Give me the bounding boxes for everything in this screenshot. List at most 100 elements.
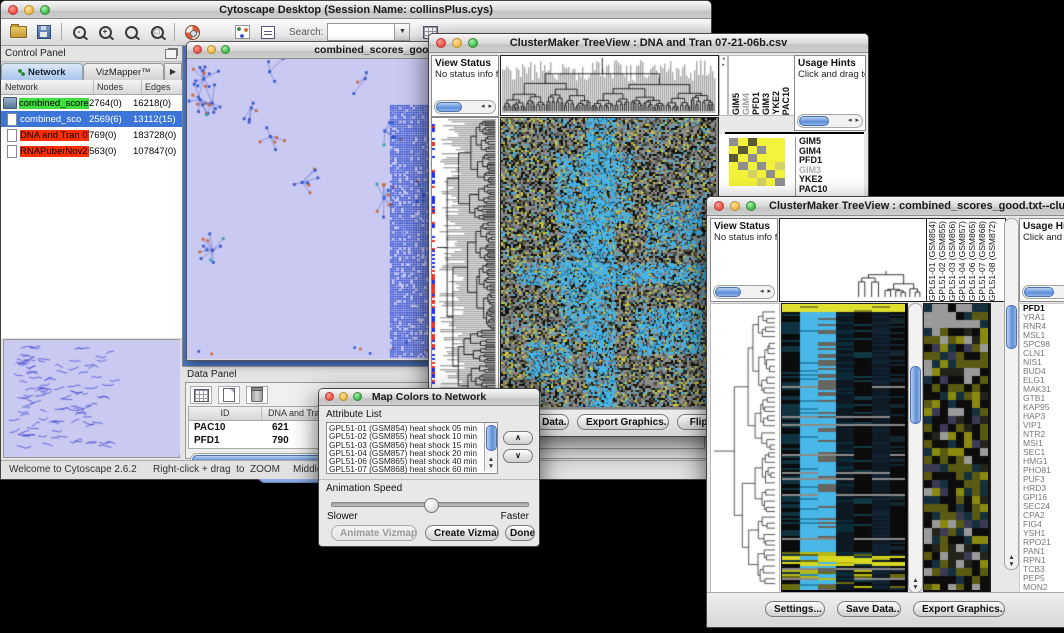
save-session-button[interactable]	[32, 21, 56, 43]
zoom-in-button[interactable]: +	[93, 21, 117, 43]
close-button[interactable]	[714, 201, 724, 211]
tab-network[interactable]: Network	[1, 63, 83, 80]
move-up-button[interactable]: ∧	[503, 431, 533, 445]
select-attributes-button[interactable]	[190, 386, 212, 404]
col-header-network[interactable]: Network	[1, 80, 94, 94]
attribute-list-scrollbar[interactable]: ▲▼	[484, 423, 497, 471]
tab-overflow-button[interactable]: ▶	[164, 63, 182, 80]
network-table-row[interactable]: combined_sco 2569(6) 13112(15)	[1, 111, 182, 127]
close-button[interactable]	[193, 45, 202, 54]
search-input[interactable]	[327, 23, 395, 41]
network-overview-button[interactable]	[230, 21, 254, 43]
minimize-button[interactable]	[207, 45, 216, 54]
search-dropdown-button[interactable]: ▼	[395, 23, 410, 41]
zoom-in-icon: +	[99, 26, 112, 39]
new-attribute-button[interactable]	[218, 386, 240, 404]
scroll-arrows-icon[interactable]: ▲▼	[1005, 554, 1018, 568]
id-column-header[interactable]: ID	[189, 407, 262, 420]
delete-attribute-button[interactable]	[246, 386, 268, 404]
close-button[interactable]	[325, 392, 334, 401]
network-nodes-count: 2764(0)	[89, 98, 133, 109]
tv2-vertical-scrollbar[interactable]: ▲▼	[1004, 218, 1019, 570]
tv1-row-dendrogram[interactable]	[431, 117, 499, 410]
save-disk-icon	[37, 25, 51, 39]
network-row-icon	[7, 113, 17, 126]
animate-vizmap-button[interactable]: Animate Vizmap	[331, 525, 417, 541]
scroll-arrows-icon[interactable]: ▲▼	[485, 456, 497, 470]
usage-hints-scrollbar[interactable]	[1022, 285, 1064, 299]
tv1-column-dendrogram[interactable]	[500, 55, 719, 116]
zoom-button[interactable]	[221, 45, 230, 54]
tv1-view-status-panel: View Status No status info for this view…	[431, 55, 499, 117]
tab-vizmapper[interactable]: VizMapper™	[83, 63, 165, 80]
save-data-button[interactable]: Save Data...	[837, 601, 901, 617]
tv1-zoom-matrix[interactable]	[729, 138, 785, 186]
zoom-button[interactable]	[468, 38, 478, 48]
scroll-arrows-icon[interactable]: ◂ ▸	[848, 116, 860, 125]
close-button[interactable]	[8, 5, 18, 15]
gene-label[interactable]: MON2	[1023, 583, 1064, 592]
minimize-button[interactable]	[339, 392, 348, 401]
tv2-footer: Settings... Save Data... Export Graphics…	[707, 592, 1064, 627]
attribute-list-item[interactable]: GPL51-07 (GSM868) heat shock 60 min	[329, 465, 497, 473]
attribute-listbox[interactable]: GPL51-01 (GSM854) heat shock 05 minGPL51…	[326, 422, 498, 474]
minimize-button[interactable]	[730, 201, 740, 211]
tv1-heatmap[interactable]	[500, 117, 719, 410]
network-table-row[interactable]: combined_scores 2764(0) 16218(0)	[1, 95, 182, 111]
minimize-button[interactable]	[452, 38, 462, 48]
tv2-heatmap[interactable]	[781, 303, 908, 593]
network-name: combined_scores	[19, 98, 89, 109]
faster-label: Faster	[501, 511, 529, 522]
network-table-row[interactable]: RNAPuberNov2+ 563(0) 107847(0)	[1, 143, 182, 159]
move-down-button[interactable]: ∨	[503, 449, 533, 463]
overview-canvas[interactable]	[4, 340, 180, 455]
zoom-out-icon: -	[73, 26, 86, 39]
gene-label[interactable]: PAC10	[799, 185, 859, 195]
usage-hints-scrollbar[interactable]: ◂ ▸	[797, 114, 863, 128]
zoom-selected-button[interactable]: □	[145, 21, 169, 43]
export-graphics-button[interactable]: Export Graphics...	[913, 601, 1005, 617]
treeview2-window: ClusterMaker TreeView : combined_scores_…	[706, 196, 1064, 628]
tv2-row-dendrogram[interactable]	[710, 303, 780, 593]
tv2-column-dendrogram[interactable]	[779, 218, 927, 302]
network-table-row[interactable]: DNA and Tran 07 769(0) 183728(0)	[1, 127, 182, 143]
control-panel-title: Control Panel	[1, 48, 165, 59]
treeview2-title-bar[interactable]: ClusterMaker TreeView : combined_scores_…	[707, 197, 1064, 216]
scroll-arrows-icon[interactable]: ▲▼	[909, 577, 922, 591]
zoom-button[interactable]	[353, 392, 362, 401]
slider-thumb[interactable]	[424, 498, 439, 513]
settings-button[interactable]: Settings...	[765, 601, 825, 617]
network-overview-panel[interactable]	[3, 339, 180, 458]
search-label: Search:	[289, 27, 323, 38]
create-vizmap-button[interactable]: Create Vizmap	[425, 525, 499, 541]
done-button[interactable]: Done	[505, 525, 535, 541]
zoom-button[interactable]	[40, 5, 50, 15]
help-button[interactable]	[180, 21, 204, 43]
scroll-arrows-icon[interactable]: ◂ ▸	[760, 287, 772, 296]
dialog-title-bar[interactable]: Map Colors to Network	[319, 389, 539, 406]
close-button[interactable]	[436, 38, 446, 48]
view-status-scrollbar[interactable]: ◂ ▸	[434, 100, 496, 114]
zoom-out-button[interactable]: -	[67, 21, 91, 43]
col-header-nodes[interactable]: Nodes	[94, 80, 142, 94]
open-file-button[interactable]	[6, 21, 30, 43]
column-label: GPL51-03 (GSM856)	[947, 221, 957, 301]
tv2-zoom-heatmap[interactable]	[923, 303, 991, 593]
view-status-scrollbar[interactable]: ◂ ▸	[713, 285, 775, 299]
zoom-fit-button[interactable]	[119, 21, 143, 43]
minimize-button[interactable]	[24, 5, 34, 15]
zoom-button[interactable]	[746, 201, 756, 211]
export-graphics-button[interactable]: Export Graphics...	[577, 414, 669, 430]
slower-label: Slower	[327, 511, 358, 522]
float-panel-icon[interactable]	[165, 49, 177, 59]
tv2-heatmap-scrollbar[interactable]: ▲▼	[908, 303, 923, 593]
main-title-bar[interactable]: Cytoscape Desktop (Session Name: collins…	[1, 1, 711, 19]
animation-speed-slider[interactable]	[331, 502, 529, 507]
col-header-edges[interactable]: Edges	[142, 80, 182, 94]
annotation-button[interactable]	[256, 21, 280, 43]
network-edges-count: 13112(15)	[133, 114, 182, 125]
scroll-arrows-icon[interactable]: ◂ ▸	[481, 102, 493, 111]
column-label: YKE2	[771, 91, 781, 115]
control-panel: Control Panel Network VizMapper™ ▶ Netwo…	[1, 46, 183, 461]
treeview1-title-bar[interactable]: ClusterMaker TreeView : DNA and Tran 07-…	[429, 34, 868, 53]
